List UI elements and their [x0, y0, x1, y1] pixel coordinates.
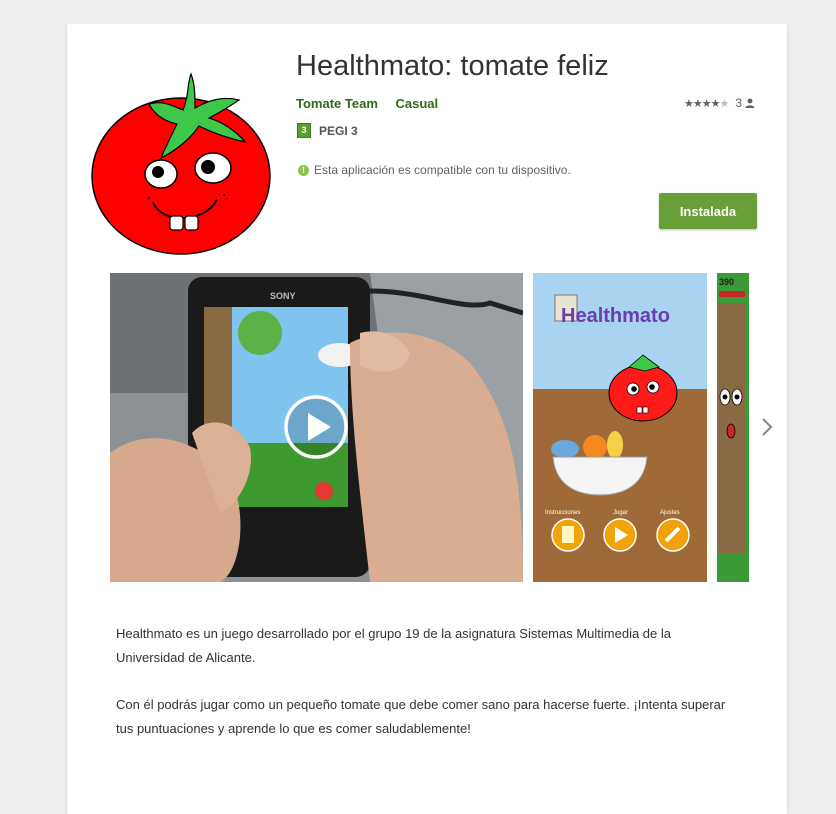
- svg-text:SONY: SONY: [270, 291, 296, 301]
- rating-summary: ★★★★★ 3: [684, 96, 755, 110]
- svg-text:Ajustes: Ajustes: [660, 510, 680, 516]
- rating-count: 3: [735, 96, 742, 110]
- video-thumbnail[interactable]: SONY: [110, 273, 523, 582]
- pegi-badge-icon: 3: [297, 123, 311, 138]
- description-paragraph-1: Healthmato es un juego desarrollado por …: [116, 626, 671, 665]
- star-rating: ★★★★★: [683, 97, 729, 110]
- play-icon[interactable]: [283, 394, 349, 460]
- category-link[interactable]: Casual: [396, 96, 439, 111]
- svg-text:Healthmato: Healthmato: [561, 305, 670, 327]
- app-icon-tomato: [91, 72, 271, 255]
- star-icon: ★: [692, 97, 703, 110]
- screenshot-1-image: Healthmato Instrucciones Jugar Ajustes: [533, 273, 707, 582]
- star-half-icon: ★: [719, 97, 729, 110]
- info-icon: !: [298, 164, 309, 176]
- svg-text:390: 390: [719, 277, 734, 287]
- content-rating-label: PEGI 3: [319, 123, 358, 138]
- star-icon: ★: [701, 97, 712, 110]
- install-button[interactable]: Instalada: [659, 193, 757, 229]
- compatibility-note: ! Esta aplicación es compatible con tu d…: [298, 163, 571, 177]
- content-rating: 3 PEGI 3: [297, 123, 358, 138]
- svg-text:Jugar: Jugar: [613, 510, 628, 516]
- screenshot-1[interactable]: Healthmato Instrucciones Jugar Ajustes: [533, 273, 707, 582]
- app-meta: Tomate Team Casual: [296, 96, 452, 111]
- app-details-card: Healthmato: tomate feliz Tomate Team Cas…: [67, 24, 787, 814]
- screenshot-2-image: 390: [717, 273, 749, 582]
- app-description: Healthmato es un juego desarrollado por …: [116, 622, 726, 764]
- developer-link[interactable]: Tomate Team: [296, 96, 378, 111]
- person-icon: [745, 98, 755, 108]
- chevron-right-icon[interactable]: [757, 416, 777, 438]
- svg-text:Instrucciones: Instrucciones: [545, 510, 580, 516]
- screenshot-2[interactable]: 390: [717, 273, 749, 582]
- star-icon: ★: [683, 97, 694, 110]
- compatibility-text: Esta aplicación es compatible con tu dis…: [314, 163, 571, 177]
- description-paragraph-2: Con él podrás jugar como un pequeño toma…: [116, 697, 726, 736]
- app-title: Healthmato: tomate feliz: [296, 50, 609, 82]
